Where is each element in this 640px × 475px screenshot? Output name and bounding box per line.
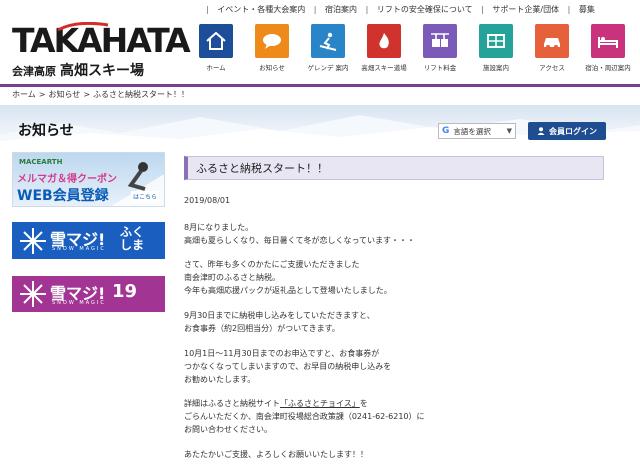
article-body-line: お問い合わせください。 bbox=[184, 425, 272, 434]
toplink-recruit[interactable]: 募集 bbox=[579, 4, 595, 15]
snow-magic-sub: SNOW MAGIC bbox=[52, 246, 106, 252]
mailmag-coupon-text: メルマガ＆得クーポン bbox=[17, 174, 117, 185]
web-member-text: WEB会員登録 bbox=[17, 188, 109, 204]
separator: | bbox=[481, 5, 484, 14]
article-body-line: 高畑も夏らしくなり、毎日暑くて冬が恋しくなっています・・・ bbox=[184, 236, 416, 245]
snowflake-icon bbox=[20, 281, 46, 307]
page-title: お知らせ bbox=[18, 123, 74, 139]
nav-label: お知らせ bbox=[259, 64, 285, 72]
article-body-line: あたたかいご支援、よろしくお願いいたします！！ bbox=[184, 450, 368, 459]
nav-label: リフト料金 bbox=[423, 64, 457, 72]
separator: | bbox=[365, 5, 369, 14]
fukushima-text: ふく しま bbox=[120, 225, 145, 252]
breadcrumb-separator: > bbox=[83, 90, 91, 99]
snow-magic-sub: SNOW MAGIC bbox=[52, 300, 106, 306]
toplink-sponsors[interactable]: サポート企業/団体 bbox=[492, 4, 559, 15]
nav-item-lift-price[interactable]: リフト料金 bbox=[412, 24, 468, 76]
article-body-line: つかなくなってしまいますので、お早目の納税申し込みを bbox=[184, 362, 392, 371]
breadcrumb: ホーム > お知らせ > ふるさと納税スタート！！ bbox=[12, 89, 189, 100]
nav-item-access[interactable]: アクセス bbox=[524, 24, 580, 76]
nav-label: 宿泊・周辺案内 bbox=[585, 64, 631, 72]
language-select-label: 言語を選択 bbox=[453, 126, 491, 136]
web-member-banner[interactable]: MACEARTH メルマガ＆得クーポン WEB会員登録 はこちら bbox=[12, 152, 165, 207]
nav-label: ゲレンデ 案内 bbox=[307, 64, 349, 72]
header-divider bbox=[0, 84, 640, 87]
person-icon bbox=[537, 127, 545, 135]
separator: | bbox=[313, 5, 317, 14]
skier-icon bbox=[311, 24, 345, 58]
breadcrumb-current: ふるさと納税スタート！！ bbox=[93, 90, 190, 99]
main-nav: ホーム お知らせ ゲレンデ 案内 高畑スキー道場 リフト料金 施設案内 アクセス… bbox=[188, 24, 640, 76]
article-body-line: さて、昨年も多くのかたにご支援いただきました bbox=[184, 260, 360, 269]
toplink-events[interactable]: イベント・各種大会案内 bbox=[217, 4, 305, 15]
article-body-line: 8月になりました。 bbox=[184, 223, 254, 232]
article-body-line: 今年も高畑応援パックが返礼品として登場いたしました。 bbox=[184, 286, 392, 295]
chevron-down-icon: ▼ bbox=[506, 127, 512, 135]
nav-item-slopes[interactable]: ゲレンデ 案内 bbox=[300, 24, 356, 76]
language-select[interactable]: G 言語を選択 ▼ bbox=[438, 123, 516, 139]
toplink-lift-safety[interactable]: リフトの安全確保について bbox=[377, 4, 473, 15]
member-login-button[interactable]: 会員ログイン bbox=[528, 122, 606, 140]
speech-bubble-icon bbox=[255, 24, 289, 58]
logo-sub-name: 高畑スキー場 bbox=[60, 63, 144, 79]
nav-label: ホーム bbox=[206, 64, 226, 72]
top-utility-links: | イベント・各種大会案内 | 宿泊案内 | リフトの安全確保について | サポ… bbox=[200, 4, 640, 18]
article-body-text: 詳細はふるさと納税サイト bbox=[184, 399, 280, 408]
logo-sub-area: 会津高原 bbox=[12, 65, 56, 78]
nav-item-news[interactable]: お知らせ bbox=[244, 24, 300, 76]
article-body-line: 9月30日までに納税申し込みをしていただきますと、 bbox=[184, 311, 375, 320]
article-body-line: 10月1日～11月30日までのお申込ですと、お食事券が bbox=[184, 349, 380, 358]
nav-label: アクセス bbox=[539, 64, 565, 72]
nav-label: 施設案内 bbox=[483, 64, 509, 72]
season-19-text: 19 bbox=[112, 281, 138, 302]
snow-magic-19-banner[interactable]: 雪マジ! SNOW MAGIC 19 bbox=[12, 276, 165, 312]
article-body-line: お食事券（約2回相当分）がついてきます。 bbox=[184, 324, 340, 333]
snowflake-icon bbox=[20, 228, 46, 254]
nav-item-facilities[interactable]: 施設案内 bbox=[468, 24, 524, 76]
article-body-line: ごらんいただくか、南会津町役場総合政策課（0241-62-6210）に bbox=[184, 412, 425, 421]
article-date: 2019/08/01 bbox=[184, 196, 231, 205]
nav-item-home[interactable]: ホーム bbox=[188, 24, 244, 76]
site-logo[interactable]: TAKAHATA 会津高原 高畑スキー場 bbox=[12, 22, 191, 82]
nav-label: 高畑スキー道場 bbox=[361, 64, 407, 72]
nav-item-ski-school[interactable]: 高畑スキー道場 bbox=[356, 24, 412, 76]
article-title: ふるさと納税スタート！！ bbox=[184, 156, 604, 180]
flame-icon bbox=[367, 24, 401, 58]
breadcrumb-separator: > bbox=[38, 90, 46, 99]
macearth-brand: MACEARTH bbox=[19, 158, 63, 166]
home-icon bbox=[199, 24, 233, 58]
nav-item-lodging[interactable]: 宿泊・周辺案内 bbox=[580, 24, 636, 76]
bed-icon bbox=[591, 24, 625, 58]
lift-icon bbox=[423, 24, 457, 58]
snow-magic-fukushima-banner[interactable]: 雪マジ! SNOW MAGIC ふく しま bbox=[12, 222, 165, 259]
logo-wordmark: TAKAHATA bbox=[12, 22, 191, 58]
logo-subtitle: 会津高原 高畑スキー場 bbox=[12, 60, 172, 80]
breadcrumb-home[interactable]: ホーム bbox=[12, 90, 36, 99]
car-icon bbox=[535, 24, 569, 58]
furusato-choice-link[interactable]: 「ふるさとチョイス」 bbox=[280, 399, 360, 408]
article-body-line: 南会津町のふるさと納税。 bbox=[184, 273, 280, 282]
member-login-label: 会員ログイン bbox=[549, 126, 597, 136]
breadcrumb-news[interactable]: お知らせ bbox=[48, 90, 80, 99]
logo-red-accent-icon bbox=[57, 22, 109, 32]
google-icon: G bbox=[442, 126, 450, 136]
toplink-lodging[interactable]: 宿泊案内 bbox=[325, 4, 357, 15]
article-body-text: を bbox=[359, 399, 368, 408]
facility-icon bbox=[479, 24, 513, 58]
separator: | bbox=[567, 5, 571, 14]
article-body-line: 詳細はふるさと納税サイト「ふるさとチョイス」を bbox=[184, 398, 368, 411]
click-here-text: はこちら bbox=[131, 191, 160, 202]
separator: | bbox=[206, 5, 209, 14]
article-body-line: お勧めいたします。 bbox=[184, 375, 256, 384]
